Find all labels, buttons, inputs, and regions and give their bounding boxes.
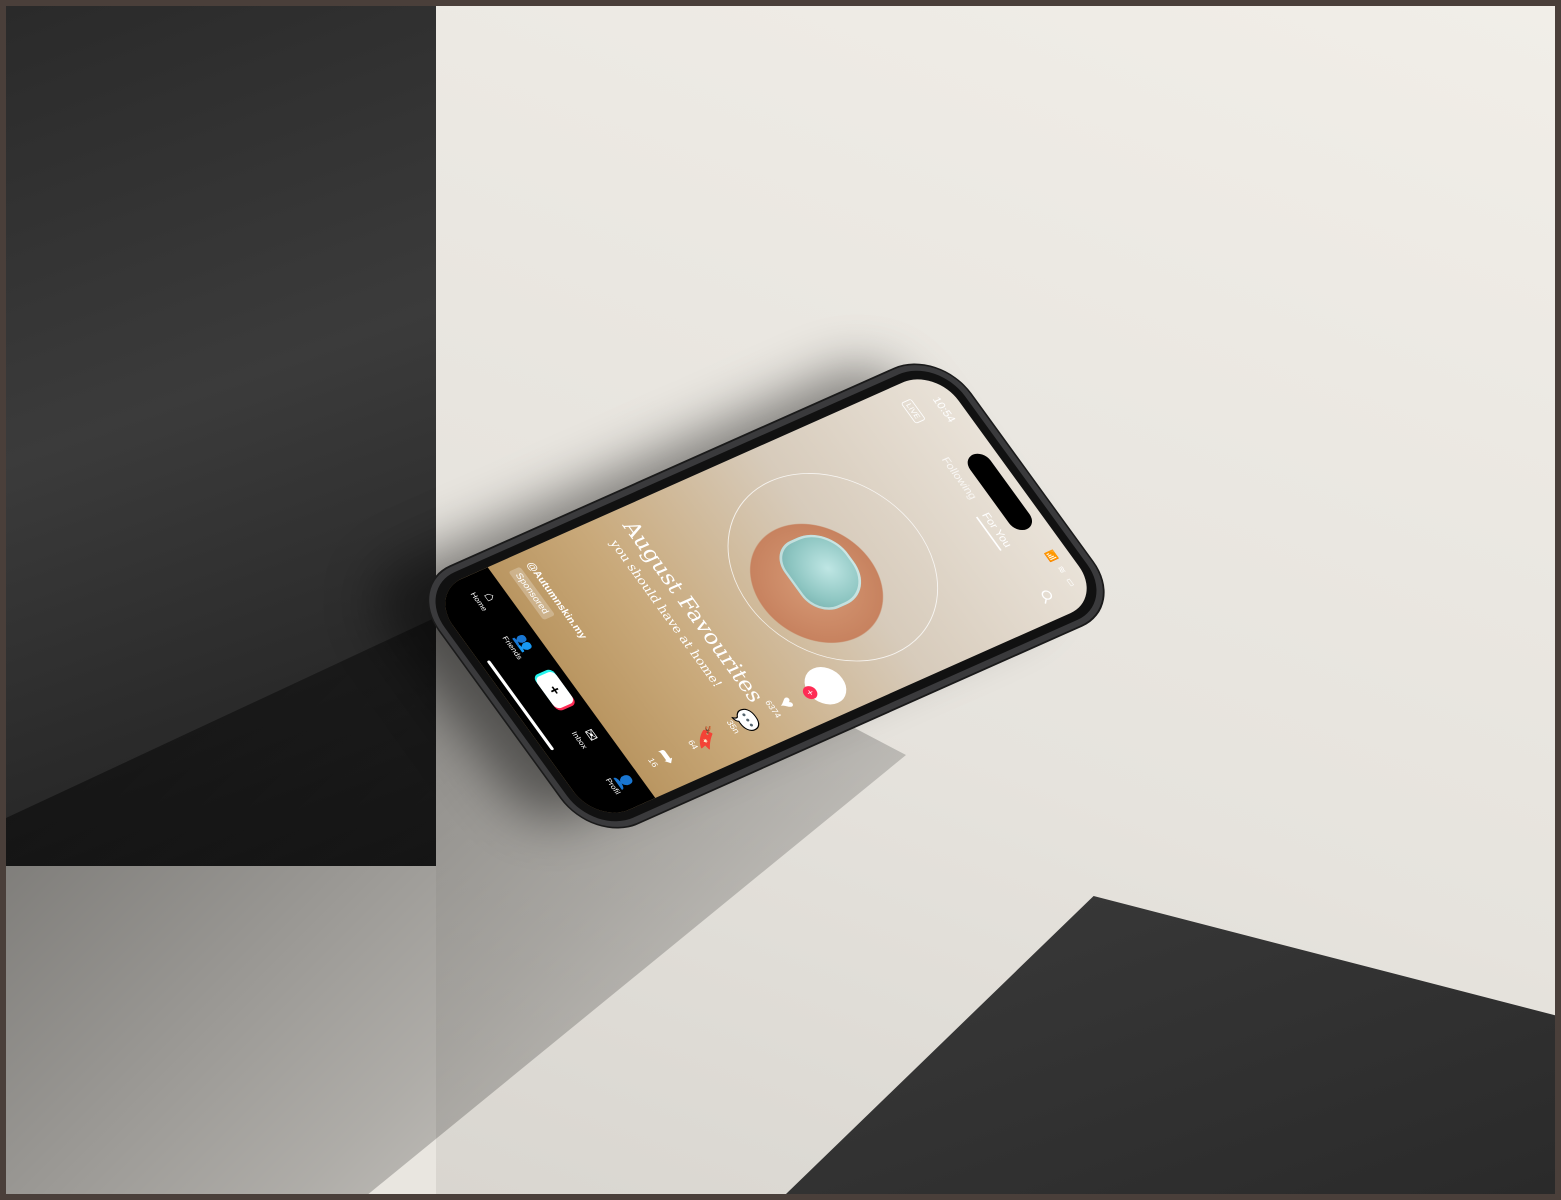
create-button[interactable]: +: [533, 670, 576, 710]
nav-friends[interactable]: 👥 Friends: [495, 621, 544, 668]
nav-create[interactable]: +: [532, 667, 578, 713]
creator-avatar-button[interactable]: +: [795, 660, 856, 712]
nav-inbox[interactable]: ✉ Inbox: [562, 713, 611, 760]
avatar[interactable]: +: [796, 661, 855, 711]
share-button[interactable]: ➦ 16: [635, 734, 689, 783]
nav-home[interactable]: ⌂ Home: [462, 575, 511, 622]
follow-plus-icon[interactable]: +: [799, 684, 821, 702]
status-icons: 📶 ≋ ▭: [1043, 549, 1079, 590]
comment-button[interactable]: 💬 35n: [715, 698, 769, 747]
photo-frame: 10:54 📶 ≋ ▭ LIVE Following For You Augus…: [6, 6, 1555, 1194]
like-button[interactable]: ♥ 6374: [755, 680, 809, 729]
status-time: 10:54: [930, 394, 959, 425]
save-button[interactable]: 🔖 64: [675, 716, 729, 765]
